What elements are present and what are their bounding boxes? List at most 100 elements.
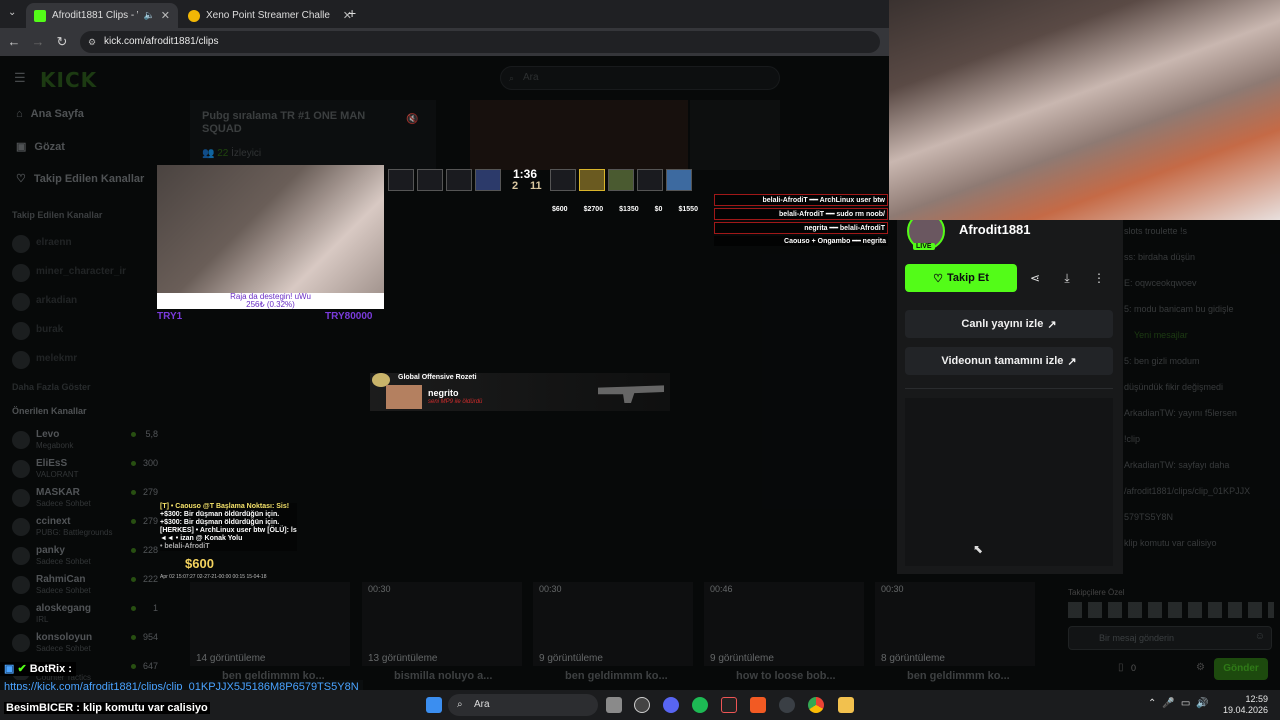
file-explorer-icon[interactable]	[838, 697, 854, 713]
verified-icon: ✔	[17, 663, 27, 675]
external-link-icon: ↗	[1067, 355, 1077, 368]
clock[interactable]: 12:59 19.04.2026	[1220, 694, 1268, 716]
windows-taskbar: BesimBICER : klip komutu var calisiyo ⌕ …	[0, 690, 1280, 720]
url-text: kick.com/afrodit1881/clips	[104, 36, 219, 47]
killfeed-row: Caouso + Ongambo ━━ negrita	[714, 236, 888, 246]
points-count: 0	[1131, 663, 1137, 673]
streamer-cam-overlay	[157, 165, 384, 308]
chatlog-line: [T] • Caouso @T Başlama Noktası: Sis!	[160, 503, 290, 510]
killer-avatar	[386, 385, 422, 409]
download-icon: ⤓	[1064, 270, 1070, 285]
task-view-icon[interactable]	[606, 697, 622, 713]
tray-icons[interactable]: ⌃🎤▭🔊	[1148, 698, 1215, 709]
search-icon: ⌕	[457, 699, 463, 710]
steam-icon[interactable]	[779, 697, 795, 713]
player-money: $0	[654, 206, 663, 213]
chatlog-line: +$300: Bir düşman öldürdüğün için.	[160, 511, 280, 518]
player-portrait	[475, 169, 501, 191]
emoji-icon[interactable]: ☺	[1255, 631, 1265, 642]
cash-display: $600	[185, 556, 214, 571]
chatlog-line: +$300: Bir düşman öldürdüğün için.	[160, 519, 280, 526]
forward-icon[interactable]: →	[30, 34, 46, 49]
discord-icon[interactable]	[663, 697, 679, 713]
player-money: $2700	[583, 206, 604, 213]
player-money: $600	[552, 206, 568, 213]
back-icon[interactable]: ←	[6, 34, 22, 49]
ticker-text: BesimBICER : klip komutu var calisiyo	[4, 702, 210, 714]
player-portrait	[666, 169, 692, 191]
score-right: 11	[530, 180, 542, 192]
more-vertical-icon: ⋮	[1093, 271, 1105, 285]
mouse-cursor-icon: ⬉	[973, 542, 984, 556]
send-button[interactable]: Gönder	[1214, 658, 1268, 680]
heart-icon: ♡	[933, 272, 943, 285]
points-icon[interactable]: ▯	[1118, 662, 1124, 673]
taskbar-search-label: Ara	[474, 699, 490, 710]
score-left: 2	[512, 180, 519, 192]
tab-close-icon[interactable]: ✕	[161, 9, 170, 22]
tab-label: Afrodit1881 Clips - Watch L	[52, 10, 138, 21]
clip-info-panel: LIVE Afrodit1881 ♡ Takip Et ⋖ ⤓ ⋮ Canlı …	[897, 212, 1123, 574]
share-button[interactable]: ⋖	[1021, 264, 1049, 292]
site-info-icon[interactable]: ⚙	[88, 31, 96, 53]
game-chat-log: [T] • Caouso @T Başlama Noktası: Sis! +$…	[160, 503, 297, 551]
tab-label: Xeno Point Streamer Challenge	[206, 10, 330, 21]
chat-input[interactable]: Bir mesaj gönderin ☺	[1068, 626, 1272, 650]
donation-bar: Raja da destegin! uWu 256₺ (0.32%)	[157, 293, 384, 309]
chat-user: BotRix :	[29, 663, 72, 675]
panel-empty-area	[905, 398, 1113, 566]
chatlog-line: ◄◄ • izan @ Konak Yolu	[160, 535, 243, 542]
goal-left: TRY1	[157, 311, 183, 322]
divider	[905, 388, 1113, 389]
player-portrait	[579, 169, 605, 191]
chrome-icon[interactable]	[808, 697, 824, 713]
emote-row	[1068, 602, 1274, 618]
mute-icon[interactable]: 🔈	[144, 10, 155, 21]
channel-name[interactable]: Afrodit1881	[959, 222, 1031, 237]
player-portrait	[388, 169, 414, 191]
supporters-title: Takipçilere Özel	[1068, 588, 1125, 597]
chat-input-placeholder: Bir mesaj gönderin	[1099, 633, 1175, 643]
reload-icon[interactable]: ↻	[54, 34, 70, 50]
obs-icon[interactable]	[634, 697, 650, 713]
live-badge: LIVE	[913, 243, 935, 250]
player-money: $1350	[619, 206, 639, 213]
time: 12:59	[1245, 694, 1268, 704]
tab-list-chevron-icon[interactable]: ⌄	[8, 7, 16, 18]
tab-xeno-point[interactable]: Xeno Point Streamer Challenge ✕	[180, 3, 360, 28]
money-row: $600 $2700 $1350 $0 $1550	[552, 206, 698, 213]
player-portrait	[417, 169, 443, 191]
badge-sub: seni MP9 ile öldürdü	[428, 399, 483, 405]
streamer-webcam	[889, 0, 1280, 220]
taskbar-search[interactable]: ⌕ Ara	[448, 694, 598, 716]
bot-badge-icon: ▣	[4, 663, 15, 675]
weapon-icon	[598, 385, 664, 403]
follow-label: Takip Et	[946, 272, 989, 284]
kick-favicon-icon	[34, 9, 46, 22]
url-input[interactable]: ⚙ kick.com/afrodit1881/clips	[80, 31, 880, 53]
killfeed-row: belali-AfrodiT ━━ ArchLinux user btw	[714, 194, 888, 206]
more-options-button[interactable]: ⋮	[1085, 264, 1113, 292]
chat-settings-icon[interactable]: ⚙	[1196, 662, 1205, 673]
browser-tab-bar: ⌄ Afrodit1881 Clips - Watch L 🔈 ✕ Xeno P…	[0, 0, 890, 28]
timestamp-row: Apr 02 15:07:27 02-27-21-00:00 00:15 15-…	[160, 574, 267, 580]
new-tab-button[interactable]: +	[348, 5, 356, 21]
goal-right: TRY80000	[325, 311, 373, 322]
watch-full-video-button[interactable]: Videonun tamamını izle ↗	[905, 347, 1113, 375]
badge-name: negrito	[428, 388, 459, 398]
watch-full-label: Videonun tamamını izle	[941, 355, 1064, 367]
watch-live-label: Canlı yayını izle	[961, 318, 1044, 330]
chatlog-line: • belali-AfrodiT	[160, 543, 210, 550]
follow-button[interactable]: ♡ Takip Et	[905, 264, 1017, 292]
round-timer: 1:36	[513, 167, 538, 181]
tab-kick-clips[interactable]: Afrodit1881 Clips - Watch L 🔈 ✕	[26, 3, 178, 28]
brave-icon[interactable]	[750, 697, 766, 713]
player-portrait	[608, 169, 634, 191]
killfeed-row: belali-AfrodiT ━━ sudo rm noob/	[714, 208, 888, 220]
download-button[interactable]: ⤓	[1053, 264, 1081, 292]
watch-live-button[interactable]: Canlı yayını izle ↗	[905, 310, 1113, 338]
spotify-icon[interactable]	[692, 697, 708, 713]
date: 19.04.2026	[1222, 705, 1268, 715]
windows-start-icon[interactable]	[426, 697, 442, 713]
app-icon[interactable]	[721, 697, 737, 713]
